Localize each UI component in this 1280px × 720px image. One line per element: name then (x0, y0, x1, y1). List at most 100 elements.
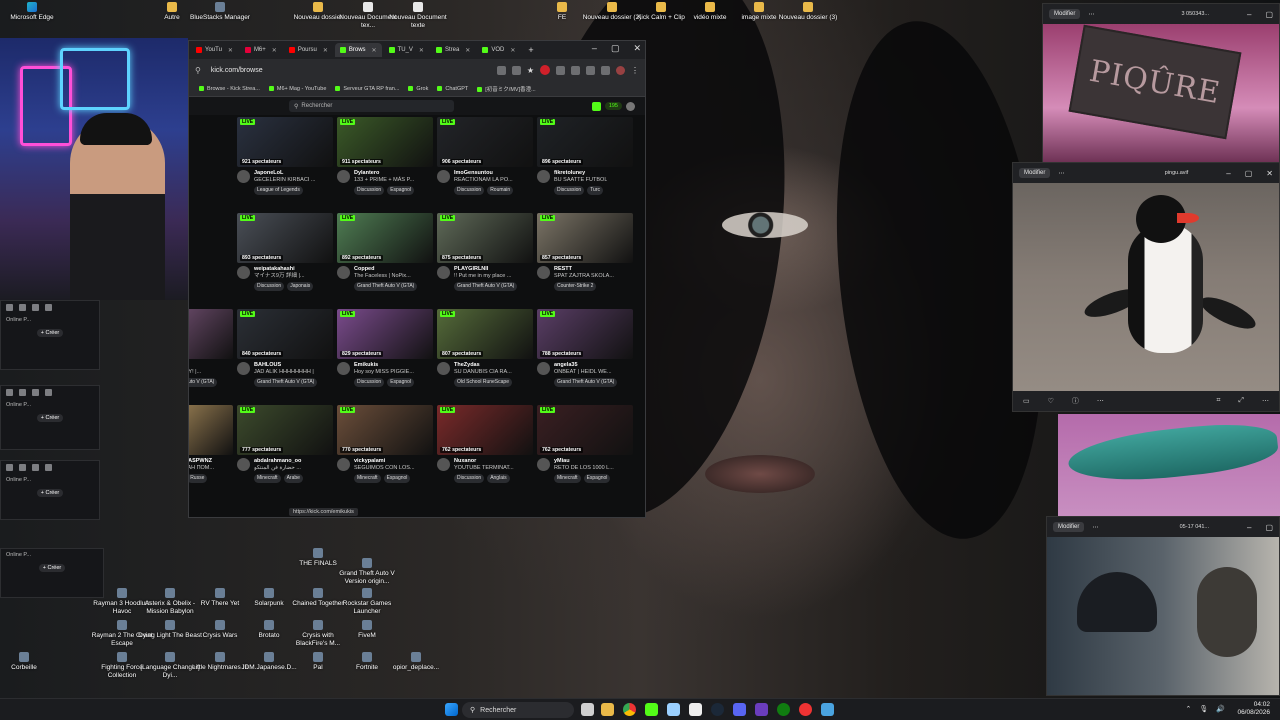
category-tag[interactable]: Counter-Strike 2 (554, 282, 597, 291)
stream-card[interactable]: LIVE 777 spectateurs abdalrahmano_oo حضارة … (237, 405, 333, 495)
category-tag[interactable]: Anglais (487, 474, 510, 483)
desktop-icon[interactable]: opior_deplace... (384, 652, 448, 672)
category-tag[interactable]: League of Legends (254, 186, 303, 195)
stream-card[interactable]: LIVE 840 spectateurs BAHLOUS JAD ALIK HHHHH… (237, 309, 333, 399)
bookmark-item[interactable]: Browse - Kick Strea... (199, 86, 260, 92)
streamer-name[interactable]: GLADVALAKASPWNZ (189, 458, 214, 465)
desktop-icon[interactable]: Nouveau dossier (3) (776, 2, 840, 22)
category-tag[interactable]: Grand Theft Auto V (GTA) (454, 282, 518, 291)
stream-title[interactable]: マイナス9万 詳細 |... (254, 273, 313, 280)
category-tag[interactable]: Espagnol (387, 378, 415, 387)
streamer-name[interactable]: TheZydas (454, 362, 512, 369)
modify-button[interactable]: Modifier (1053, 522, 1085, 532)
streamer-avatar[interactable] (437, 170, 450, 183)
stream-thumbnail[interactable]: LIVE 777 spectateurs (237, 405, 333, 455)
stream-title[interactable]: GECELERIN KIRBACI ... (254, 177, 315, 184)
category-tag[interactable]: Espagnol (387, 186, 415, 195)
browser-tab[interactable]: Poursu ✕ (284, 43, 333, 57)
streamer-name[interactable]: yMiau (554, 458, 614, 465)
streamer-avatar[interactable] (237, 362, 250, 375)
stream-thumbnail[interactable]: LIVE 840 spectateurs (237, 309, 333, 359)
desktop-icon[interactable]: Rockstar Games Launcher (335, 588, 399, 615)
stream-card[interactable]: LIVE 762 spectateurs yMiau RETO DE LOS 1000… (537, 405, 633, 495)
bookmark-item[interactable]: ChatGPT (437, 86, 468, 92)
streamer-name[interactable]: PLAYGIRLNII (454, 266, 517, 273)
volume-icon[interactable]: 🔊 (1216, 705, 1225, 713)
stream-title[interactable]: 133 + PRIME + MÁS P... (354, 177, 414, 184)
streamer-name[interactable]: Nuxanor (454, 458, 514, 465)
stream-title[interactable]: BU SAATTE FUTBOL (554, 177, 607, 184)
stream-card[interactable]: LIVE 807 spectateurs TheZydas SU DANUBIS CI… (437, 309, 533, 399)
bookmark-item[interactable]: [初音ミク/MV]香澄... (477, 85, 535, 93)
bookmark-icon[interactable] (571, 65, 580, 75)
url-field[interactable]: kick.com/browse (207, 67, 491, 74)
streamer-name[interactable]: BAHLOUS (254, 362, 317, 369)
minimize-button[interactable]: – (1247, 10, 1251, 19)
stream-thumbnail[interactable]: LIVE 875 spectateurs (437, 213, 533, 263)
stream-thumbnail[interactable]: LIVE 921 spectateurs (237, 117, 333, 167)
category-tag[interactable]: Arabe (283, 474, 303, 483)
category-tag[interactable]: Grand Theft Auto V (GTA) (189, 378, 218, 387)
crop-icon[interactable]: ⌗ (1216, 397, 1220, 405)
stream-card[interactable]: LIVE 829 spectateurs Emikukis Hoy soy MISS … (337, 309, 433, 399)
category-tag[interactable]: Russe (189, 474, 208, 483)
streamer-name[interactable]: Gloso (189, 362, 217, 369)
category-tag[interactable]: Discussion (254, 282, 285, 291)
browser-tab[interactable]: TU_V ✕ (384, 43, 429, 57)
maximize-button[interactable]: ▢ (611, 43, 620, 54)
stream-card[interactable]: LIVE784 spectateurs GLADVALAKASPWNZУ МЕНЯ… (189, 405, 233, 495)
stream-title[interactable]: REACTIONAM LA PO... (454, 177, 513, 184)
stream-title[interactable]: RETO DE LOS 1000 L... (554, 465, 614, 472)
desktop-icon[interactable]: BlueStacks Manager (188, 2, 252, 22)
more-icon[interactable]: ⋯ (1058, 170, 1064, 177)
more-icon[interactable]: ⋯ (1092, 524, 1098, 531)
stream-title[interactable]: SPAT ZAJTRA SKOLA... (554, 273, 614, 280)
category-tag[interactable]: Minecraft (354, 474, 381, 483)
create-button[interactable]: + Créer (36, 414, 64, 422)
category-tag[interactable]: Discussion (454, 186, 485, 195)
close-button[interactable]: ✕ (1266, 169, 1273, 178)
stream-thumbnail[interactable]: LIVE 807 spectateurs (437, 309, 533, 359)
stream-title[interactable]: У МЕНЯ ОКТАН ПОМ... (189, 465, 214, 472)
category-tag[interactable]: Discussion (354, 186, 385, 195)
minimize-button[interactable]: – (592, 43, 597, 54)
category-tag[interactable]: Minecraft (254, 474, 281, 483)
stream-card[interactable]: LIVE 762 spectateurs Nuxanor YOUTUBE TERMIN… (437, 405, 533, 495)
browser-tab[interactable]: VOD ✕ (477, 43, 520, 57)
streamer-name[interactable]: Emikukis (354, 362, 414, 369)
streamer-avatar[interactable] (537, 458, 550, 471)
site-info-icon[interactable]: ⚲ (195, 66, 201, 75)
screenshot-icon[interactable] (496, 65, 506, 75)
stream-thumbnail[interactable]: LIVE 788 spectateurs (537, 309, 633, 359)
stream-card[interactable]: LIVE 906 spectateurs ImoGensuntou REACTIONA… (437, 117, 533, 207)
category-tag[interactable]: Espagnol (383, 474, 411, 483)
hide-icon[interactable] (511, 65, 521, 75)
tab-close-icon[interactable]: ✕ (419, 47, 424, 54)
browser-tab[interactable]: YouTu ✕ (191, 43, 238, 57)
streamer-name[interactable]: angela35 (554, 362, 617, 369)
tab-close-icon[interactable]: ✕ (465, 47, 470, 54)
stream-thumbnail[interactable]: LIVE848 spectateurs (189, 309, 233, 359)
info-icon[interactable]: ⓘ (1072, 396, 1079, 406)
record-icon[interactable] (540, 65, 550, 75)
streamer-avatar[interactable] (437, 266, 450, 279)
streamer-avatar[interactable] (237, 266, 250, 279)
streamer-name[interactable]: vickypalami (354, 458, 415, 465)
streamer-name[interactable]: abdalrahmano_oo (254, 458, 303, 465)
new-tab-button[interactable]: + (522, 45, 539, 55)
stream-thumbnail[interactable]: LIVE 896 spectateurs (537, 117, 633, 167)
streamer-avatar[interactable] (337, 170, 350, 183)
stream-card[interactable]: LIVE 770 spectateurs vickypalami SEGUIMOS C… (337, 405, 433, 495)
maximize-button[interactable]: ▢ (1265, 10, 1273, 19)
user-avatar[interactable] (626, 101, 635, 111)
modify-button[interactable]: Modifier (1049, 9, 1081, 19)
stream-card[interactable]: LIVE 892 spectateurs Copped The Faceless | … (337, 213, 433, 303)
stream-card[interactable]: LIVE 911 spectateurs Dylantero 133 + PRIME … (337, 117, 433, 207)
stream-title[interactable]: ONBEAT | HEIDL WE... (554, 369, 617, 376)
tab-close-icon[interactable]: ✕ (323, 47, 328, 54)
kick-logo-icon[interactable] (591, 101, 601, 111)
stream-title[interactable]: SEGUIMOS CON LOS... (354, 465, 415, 472)
streamer-avatar[interactable] (437, 458, 450, 471)
streamer-name[interactable]: fikretoluney (554, 170, 607, 177)
streamer-name[interactable]: RESTT (554, 266, 614, 273)
